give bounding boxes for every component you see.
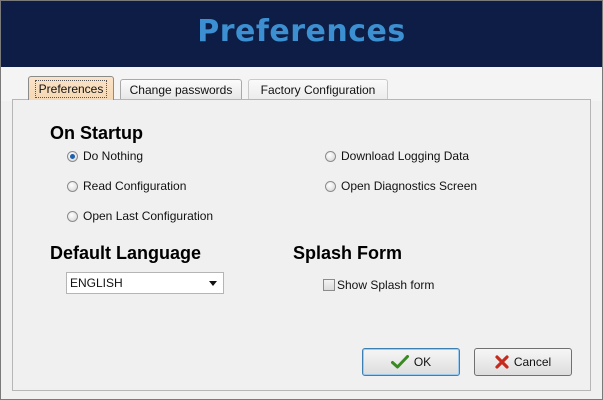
language-select-value: ENGLISH <box>70 276 123 290</box>
on-startup-heading: On Startup <box>50 123 143 143</box>
tab-preferences-label: Preferences <box>34 80 108 98</box>
default-language-heading: Default Language <box>50 243 202 263</box>
radio-download-logging-data[interactable]: Download Logging Data <box>325 149 469 163</box>
radio-button[interactable] <box>325 180 336 192</box>
checkbox-label: Show Splash form <box>337 278 435 292</box>
radio-label: Open Last Configuration <box>83 209 214 223</box>
close-icon <box>495 355 509 369</box>
radio-button[interactable] <box>67 180 78 192</box>
ok-button[interactable]: OK <box>362 348 460 376</box>
tab-change-passwords[interactable]: Change passwords <box>120 79 242 99</box>
show-splash-checkbox[interactable]: Show Splash form <box>323 278 434 292</box>
language-select[interactable]: ENGLISH <box>66 272 224 294</box>
checkmark-icon <box>390 355 409 369</box>
radio-label: Do Nothing <box>83 149 144 163</box>
radio-do-nothing[interactable]: Do Nothing <box>67 149 143 163</box>
radio-button-checked[interactable] <box>67 150 78 162</box>
radio-button[interactable] <box>67 210 78 222</box>
radio-label: Open Diagnostics Screen <box>341 179 478 193</box>
radio-open-diagnostics-screen[interactable]: Open Diagnostics Screen <box>325 179 477 193</box>
radio-button[interactable] <box>325 150 336 162</box>
tab-factory-configuration[interactable]: Factory Configuration <box>248 79 388 99</box>
ok-button-label: OK <box>413 355 432 369</box>
cancel-button[interactable]: Cancel <box>474 348 572 376</box>
tab-preferences[interactable]: Preferences <box>28 76 114 100</box>
splash-form-heading: Splash Form <box>293 243 403 263</box>
radio-label: Read Configuration <box>83 179 187 193</box>
radio-label: Download Logging Data <box>341 149 470 163</box>
radio-open-last-configuration[interactable]: Open Last Configuration <box>67 209 213 223</box>
radio-read-configuration[interactable]: Read Configuration <box>67 179 186 193</box>
chevron-down-icon[interactable] <box>209 281 217 286</box>
page-title: Preferences <box>197 14 406 49</box>
cancel-button-label: Cancel <box>513 355 552 369</box>
header-banner: Preferences <box>1 1 602 67</box>
checkbox-box[interactable] <box>323 279 335 291</box>
